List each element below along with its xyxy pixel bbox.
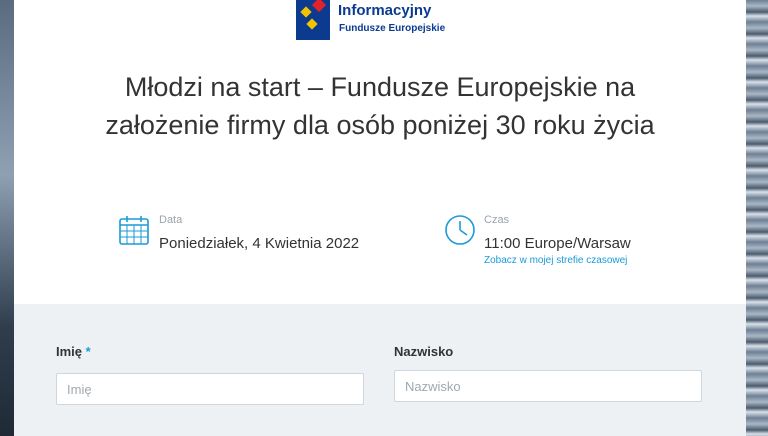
time-value: 11:00 Europe/Warsaw — [484, 235, 631, 252]
event-card: Informacyjny Fundusze Europejskie Młodzi… — [14, 0, 746, 436]
registration-form: Imię * Nazwisko — [14, 304, 746, 436]
first-name-label-text: Imię — [56, 344, 83, 359]
clock-icon — [445, 215, 475, 245]
logo: Informacyjny Fundusze Europejskie — [268, 0, 494, 42]
first-name-label: Imię * — [56, 344, 91, 359]
timezone-link[interactable]: Zobacz w mojej strefie czasowej — [484, 255, 627, 266]
time-label: Czas — [484, 214, 510, 226]
background-left — [0, 0, 14, 436]
eu-flag-icon — [296, 0, 330, 40]
required-marker: * — [85, 344, 91, 359]
logo-title: Informacyjny — [338, 2, 432, 19]
last-name-label: Nazwisko — [394, 344, 454, 359]
event-title: Młodzi na start – Fundusze Europejskie n… — [105, 72, 655, 140]
last-name-input[interactable] — [394, 370, 702, 402]
date-value: Poniedziałek, 4 Kwietnia 2022 — [159, 235, 360, 252]
first-name-input[interactable] — [56, 373, 364, 405]
background-right — [746, 0, 768, 436]
date-label: Data — [159, 214, 183, 226]
calendar-icon — [119, 216, 149, 245]
logo-subtitle: Fundusze Europejskie — [339, 23, 446, 34]
